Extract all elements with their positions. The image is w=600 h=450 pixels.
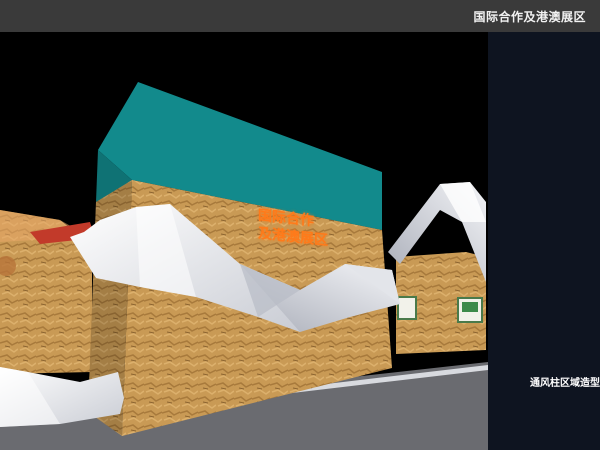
side-panel: 通风柱区域造型 [488, 32, 600, 450]
side-caption: 通风柱区域造型 [530, 378, 600, 389]
booth-render-svg [0, 82, 488, 450]
display-board-image [462, 302, 478, 312]
display-board-left [397, 296, 417, 320]
top-title-bar: 国际合作及港澳展区 [0, 0, 600, 32]
page-title: 国际合作及港澳展区 [473, 10, 586, 24]
booth-render: 国际合作 及港澳展区 [0, 32, 488, 450]
